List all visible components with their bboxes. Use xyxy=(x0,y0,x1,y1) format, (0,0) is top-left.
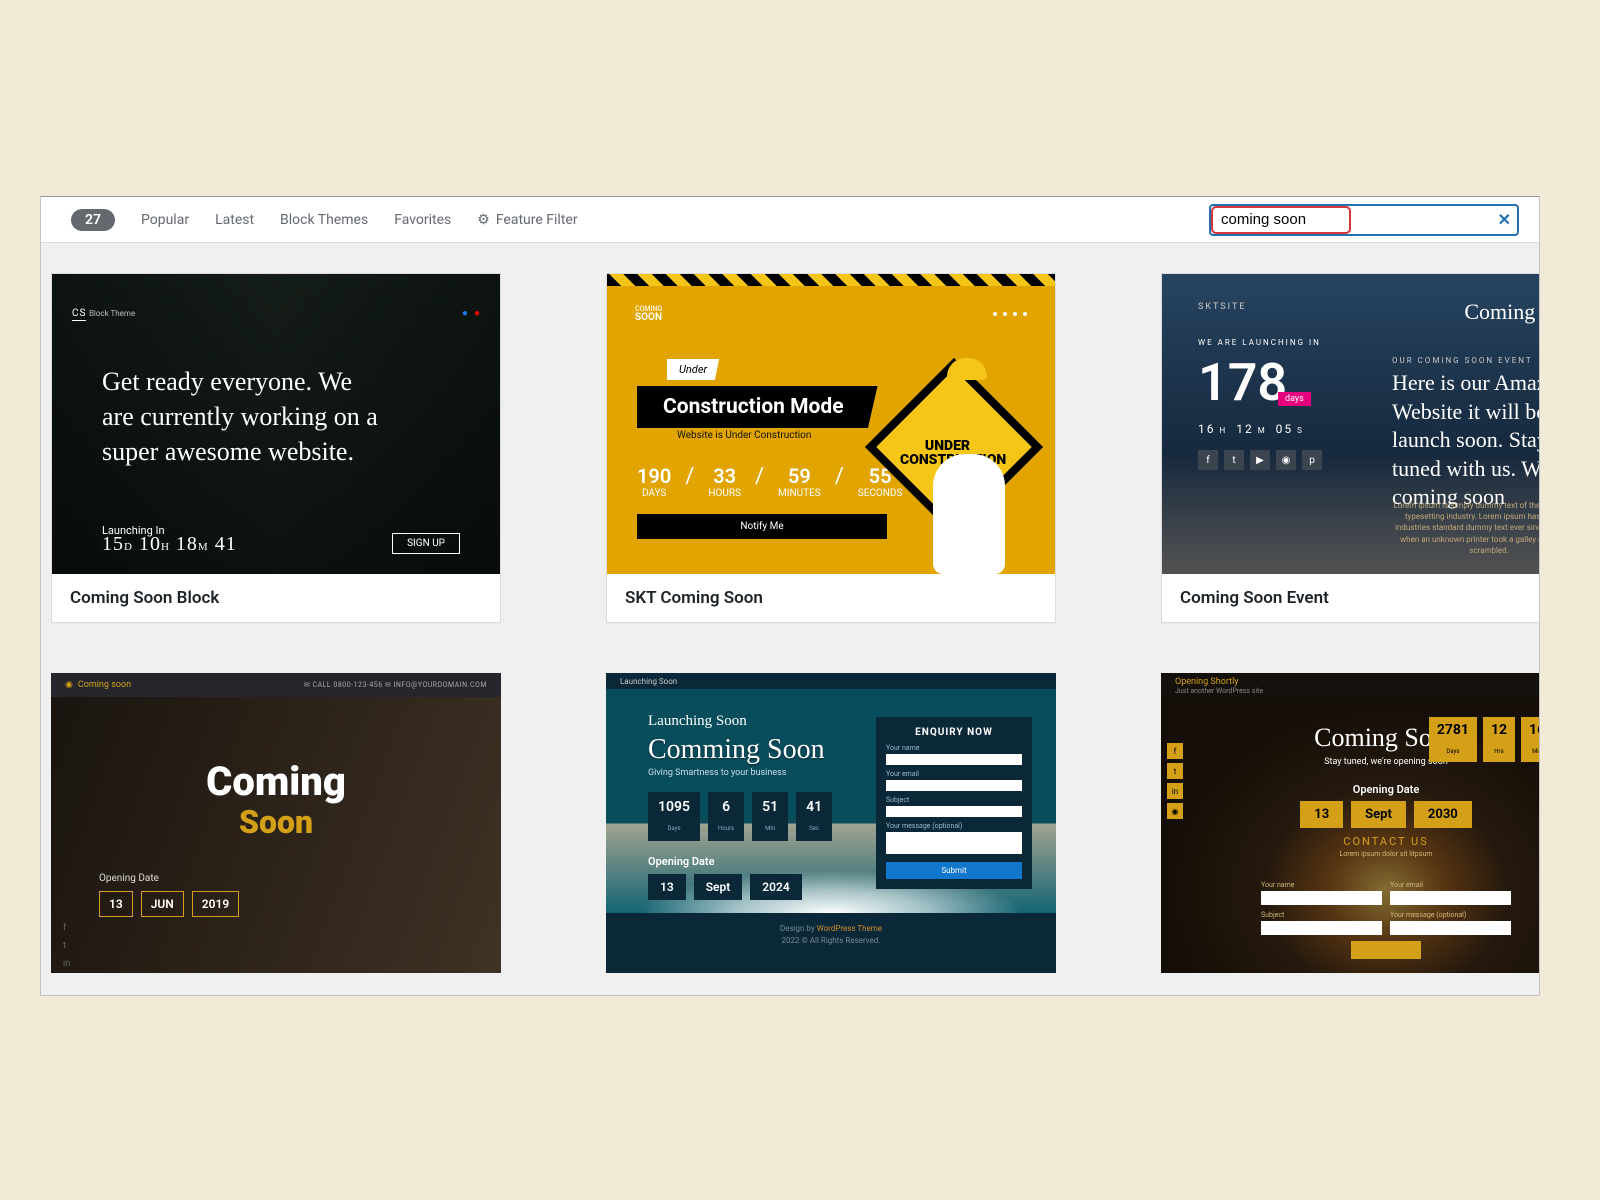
themes-grid: CS Block Theme ●● Get ready everyone. We… xyxy=(41,243,1539,973)
gear-icon xyxy=(477,212,490,228)
theme-title: SKT Coming Soon xyxy=(607,574,1055,622)
theme-thumbnail: Launching Soon Launching Soon Comming So… xyxy=(606,673,1056,973)
tab-block-themes[interactable]: Block Themes xyxy=(280,212,368,228)
theme-thumbnail: CS Block Theme ●● Get ready everyone. We… xyxy=(52,274,500,574)
theme-card[interactable]: Opening ShortlyJust another WordPress si… xyxy=(1161,673,1540,973)
theme-card[interactable]: Coming soon ✉ CALL 0800-123-456 ✉ INFO@Y… xyxy=(51,673,501,973)
twitter-icon: t xyxy=(1224,450,1244,470)
theme-card[interactable]: Launching Soon Launching Soon Comming So… xyxy=(606,673,1056,973)
results-count-badge: 27 xyxy=(71,209,115,231)
filter-bar: 27 Popular Latest Block Themes Favorites… xyxy=(41,197,1539,243)
feature-filter-button[interactable]: Feature Filter xyxy=(477,212,577,228)
hardhat-icon xyxy=(947,358,987,380)
facebook-icon: f xyxy=(1198,450,1218,470)
youtube-icon: ▶ xyxy=(1250,450,1270,470)
theme-thumbnail: SKTSITE WE ARE LAUNCHING IN 178 days 16H… xyxy=(1162,274,1540,574)
tab-latest[interactable]: Latest xyxy=(215,212,254,228)
search-input[interactable] xyxy=(1209,204,1519,236)
search-wrap: ✕ xyxy=(1209,204,1519,236)
instagram-icon: ◉ xyxy=(1276,450,1296,470)
theme-card[interactable]: SKTSITE WE ARE LAUNCHING IN 178 days 16H… xyxy=(1161,273,1540,623)
feature-filter-label: Feature Filter xyxy=(496,212,578,228)
theme-title: Coming Soon Event xyxy=(1162,574,1540,622)
youtube-icon: ● xyxy=(474,308,480,319)
facebook-icon: f xyxy=(63,923,71,933)
facebook-icon: ● xyxy=(462,308,468,319)
theme-thumbnail: Opening ShortlyJust another WordPress si… xyxy=(1161,673,1540,973)
theme-thumbnail: COMINGSOON Under Construction Mode Websi… xyxy=(607,274,1055,574)
linkedin-icon: in xyxy=(63,959,71,969)
thumb-headline: Get ready everyone. We are currently wor… xyxy=(102,364,382,469)
thumb-countdown: 15D 10H 18M 41 xyxy=(102,533,237,556)
clear-search-button[interactable]: ✕ xyxy=(1498,210,1511,229)
thumb-signup-button: SIGN UP xyxy=(392,533,460,554)
themes-browser-panel: 27 Popular Latest Block Themes Favorites… xyxy=(40,196,1540,996)
theme-title: Coming Soon Block xyxy=(52,574,500,622)
thumb-logo: CS xyxy=(72,308,86,321)
tab-favorites[interactable]: Favorites xyxy=(394,212,451,228)
theme-thumbnail: Coming soon ✉ CALL 0800-123-456 ✉ INFO@Y… xyxy=(51,673,501,973)
theme-card[interactable]: CS Block Theme ●● Get ready everyone. We… xyxy=(51,273,501,623)
theme-card[interactable]: COMINGSOON Under Construction Mode Websi… xyxy=(606,273,1056,623)
twitter-icon: t xyxy=(63,941,71,951)
tab-popular[interactable]: Popular xyxy=(141,212,189,228)
pinterest-icon: p xyxy=(1302,450,1322,470)
